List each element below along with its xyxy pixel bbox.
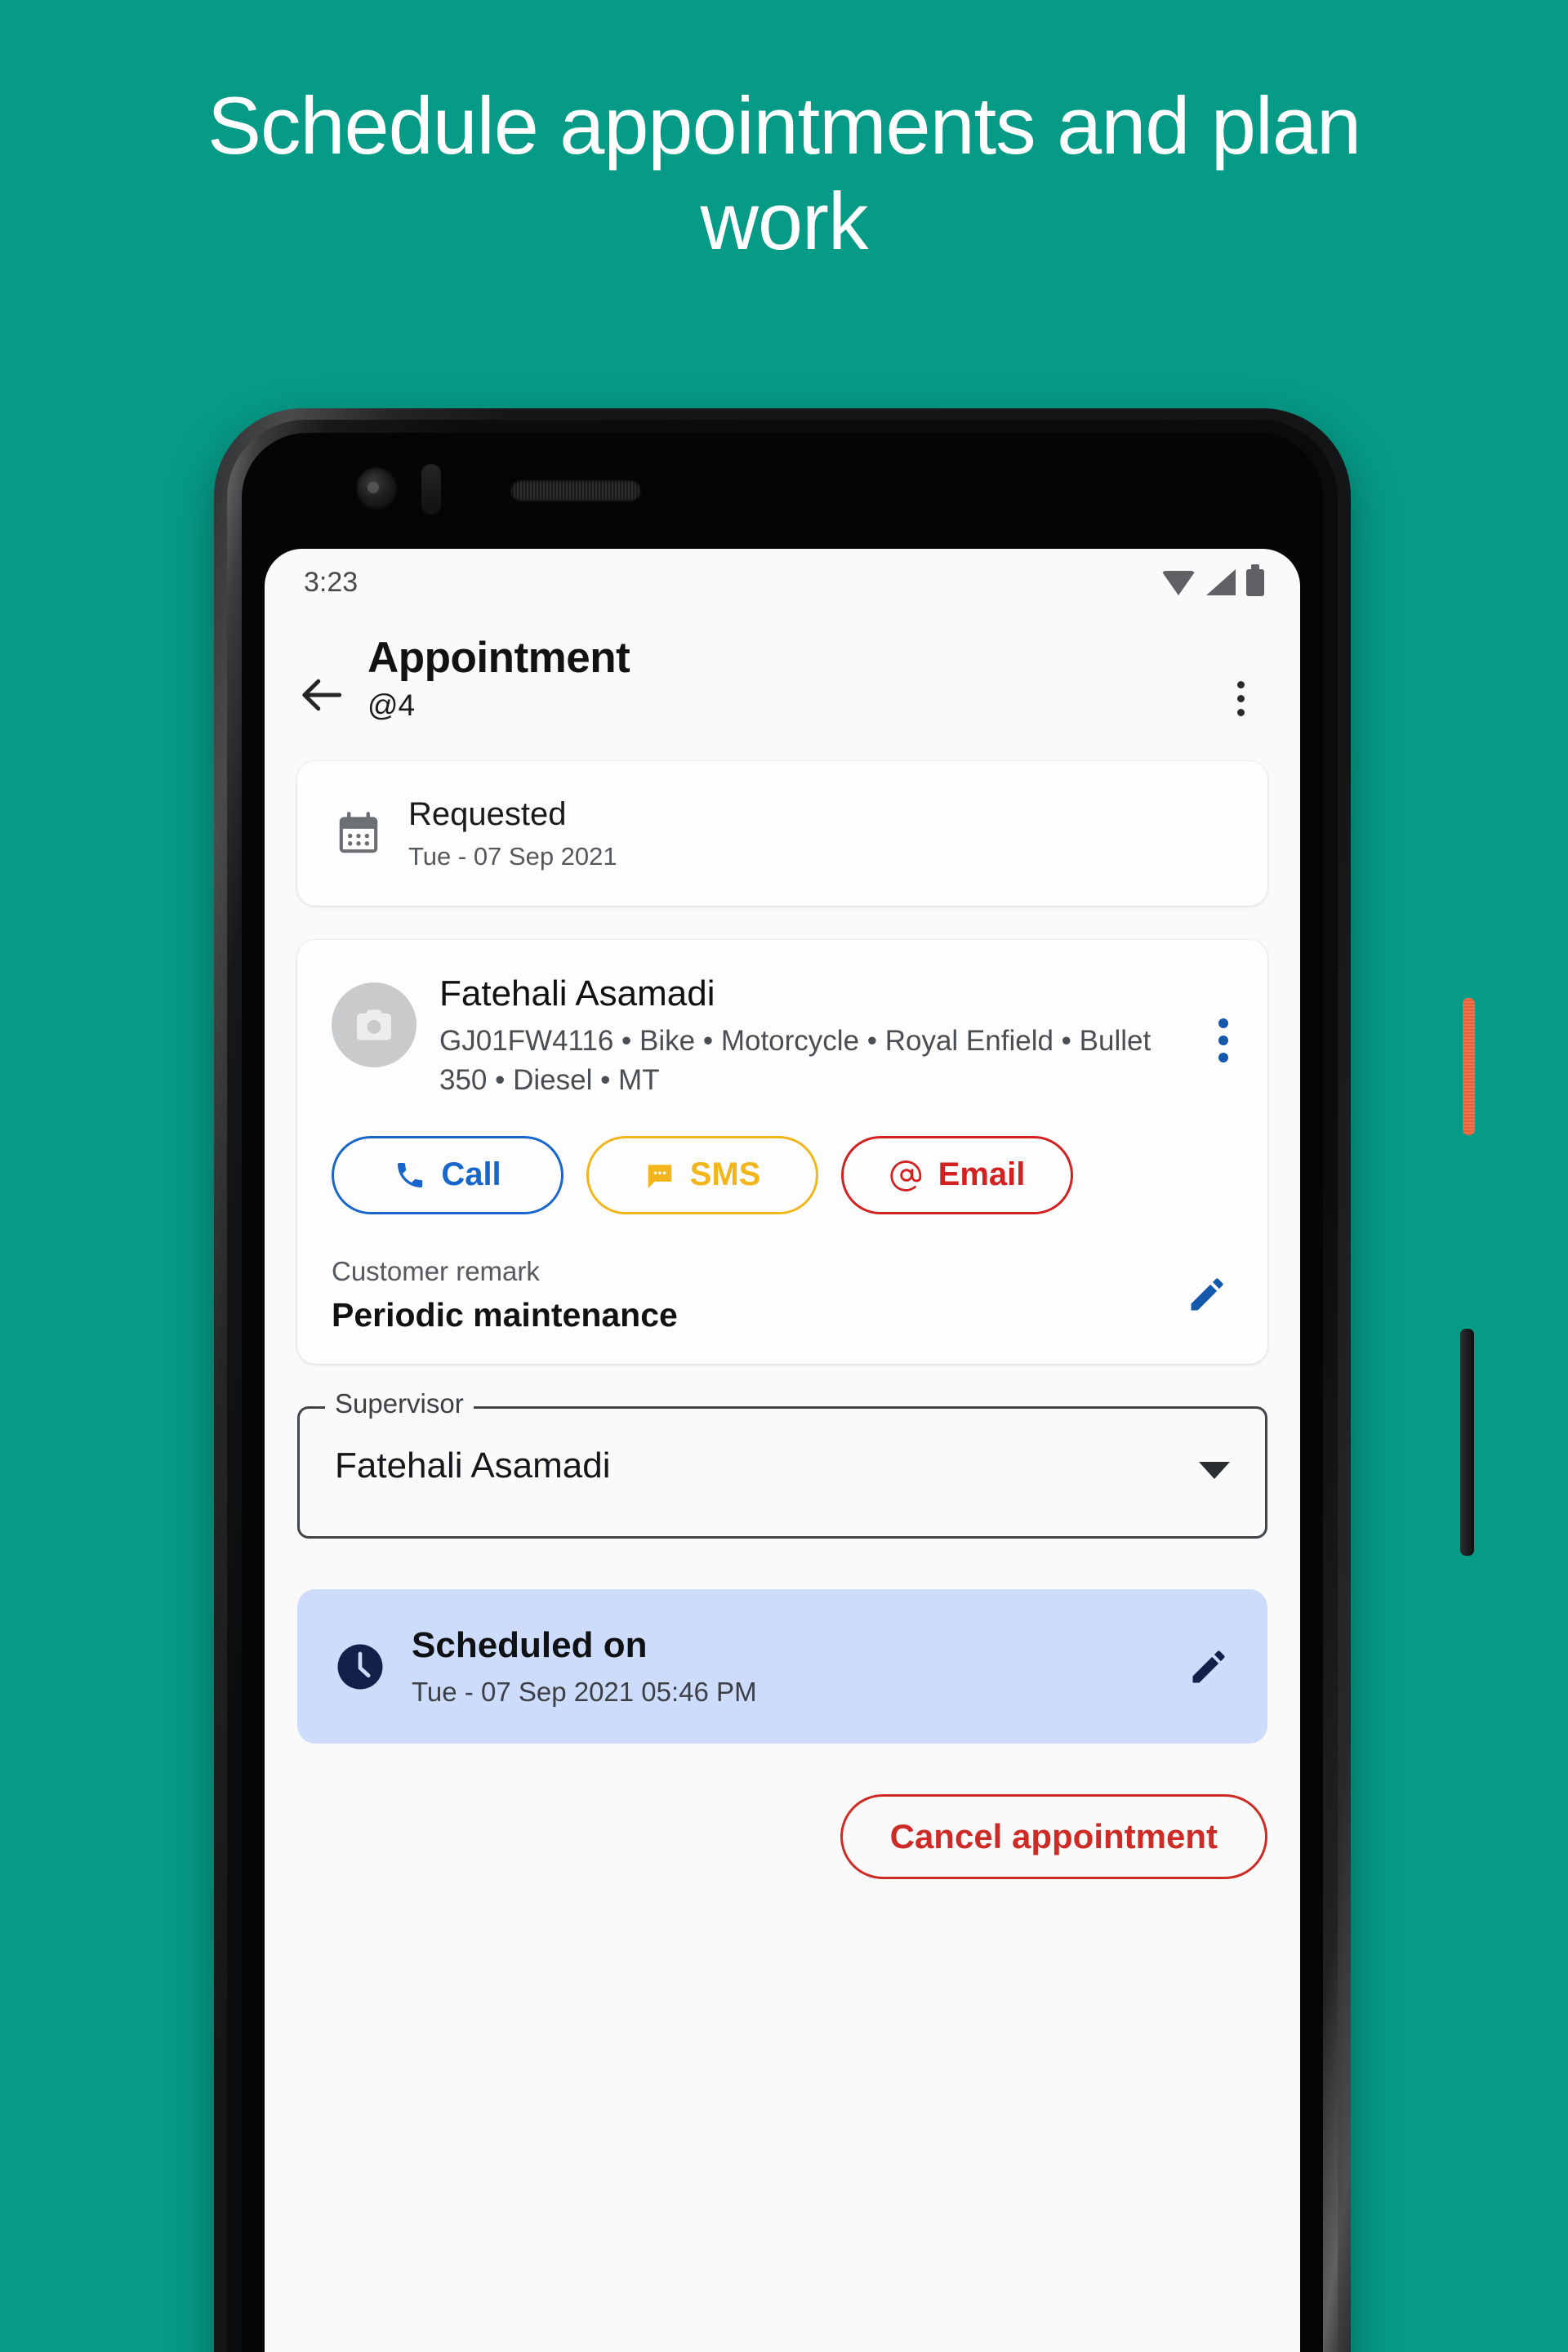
customer-remark-row: Customer remark Periodic maintenance	[297, 1214, 1267, 1335]
front-camera-glint	[368, 482, 379, 493]
app-bar-titles: Appointment @4	[348, 632, 1217, 725]
requested-text: Requested Tue - 07 Sep 2021	[384, 795, 617, 871]
proximity-sensor-icon	[421, 464, 441, 514]
app-screen: 3:23 Appointment @4 Requested Tue - 07 S…	[265, 549, 1300, 2352]
clock-icon	[333, 1640, 387, 1694]
scheduled-on-datetime: Tue - 07 Sep 2021 05:46 PM	[412, 1676, 757, 1707]
promo-headline: Schedule appointments and plan work	[207, 80, 1361, 266]
earpiece-speaker	[510, 480, 641, 501]
customer-remark-text: Customer remark Periodic maintenance	[332, 1255, 1186, 1335]
scheduled-on-text: Scheduled on Tue - 07 Sep 2021 05:46 PM	[387, 1625, 1187, 1708]
overflow-dot	[1236, 680, 1245, 688]
requested-card[interactable]: Requested Tue - 07 Sep 2021	[297, 761, 1267, 906]
email-button[interactable]: Email	[841, 1135, 1073, 1214]
overflow-dot	[1218, 1018, 1228, 1028]
customer-remark-label: Customer remark	[332, 1255, 540, 1286]
wifi-icon	[1161, 571, 1196, 595]
overflow-dot	[1236, 708, 1245, 716]
requested-title: Requested	[408, 796, 567, 832]
status-bar: 3:23	[265, 549, 1300, 609]
requested-date: Tue - 07 Sep 2021	[408, 842, 617, 871]
supervisor-field[interactable]: Supervisor Fatehali Asamadi	[297, 1390, 1267, 1539]
at-sign-icon	[890, 1160, 921, 1192]
edit-remark-pencil-icon[interactable]	[1186, 1273, 1228, 1316]
phone-icon	[398, 1162, 423, 1187]
supervisor-field-value: Fatehali Asamadi	[335, 1446, 611, 1486]
avatar[interactable]	[332, 982, 416, 1067]
sms-button-label: SMS	[689, 1156, 761, 1193]
supervisor-field-label: Supervisor	[325, 1390, 474, 1418]
overflow-dot	[1218, 1036, 1228, 1045]
power-button[interactable]	[1463, 998, 1475, 1135]
sms-button[interactable]: SMS	[586, 1135, 818, 1214]
customer-header: Fatehali Asamadi GJ01FW4116 • Bike • Mot…	[297, 973, 1267, 1100]
cancel-appointment-row: Cancel appointment	[265, 1744, 1300, 1879]
scheduled-on-card[interactable]: Scheduled on Tue - 07 Sep 2021 05:46 PM	[297, 1589, 1267, 1744]
message-icon	[648, 1165, 671, 1188]
customer-info: Fatehali Asamadi GJ01FW4116 • Bike • Mot…	[416, 973, 1207, 1100]
overflow-dot	[1218, 1053, 1228, 1062]
edit-schedule-pencil-icon[interactable]	[1187, 1646, 1230, 1688]
scheduled-on-title: Scheduled on	[412, 1625, 648, 1666]
customer-card: Fatehali Asamadi GJ01FW4116 • Bike • Mot…	[297, 940, 1267, 1365]
customer-overflow-menu-icon[interactable]	[1207, 1018, 1240, 1062]
volume-button[interactable]	[1460, 1329, 1474, 1556]
chevron-down-icon[interactable]	[1199, 1462, 1230, 1480]
page-subtitle: @4	[368, 688, 416, 722]
status-time: 3:23	[304, 566, 359, 598]
customer-name: Fatehali Asamadi	[439, 973, 715, 1013]
cell-signal-icon	[1206, 569, 1236, 595]
page-title: Appointment	[368, 634, 630, 682]
vehicle-details: GJ01FW4116 • Bike • Motorcycle • Royal E…	[439, 1024, 1152, 1096]
status-icon-group	[1161, 564, 1264, 596]
email-button-label: Email	[938, 1156, 1026, 1193]
customer-remark-value: Periodic maintenance	[332, 1296, 678, 1334]
battery-icon	[1246, 564, 1264, 596]
camera-placeholder-icon	[357, 1009, 391, 1040]
cancel-appointment-button[interactable]: Cancel appointment	[840, 1793, 1267, 1879]
call-button-label: Call	[441, 1156, 501, 1193]
app-bar: Appointment @4	[265, 609, 1300, 753]
back-arrow-icon[interactable]	[297, 670, 348, 720]
overflow-dot	[1236, 694, 1245, 702]
contact-actions: Call SMS Email	[297, 1100, 1267, 1214]
calendar-icon	[333, 808, 384, 859]
overflow-menu-icon[interactable]	[1217, 673, 1264, 724]
call-button[interactable]: Call	[332, 1135, 564, 1214]
